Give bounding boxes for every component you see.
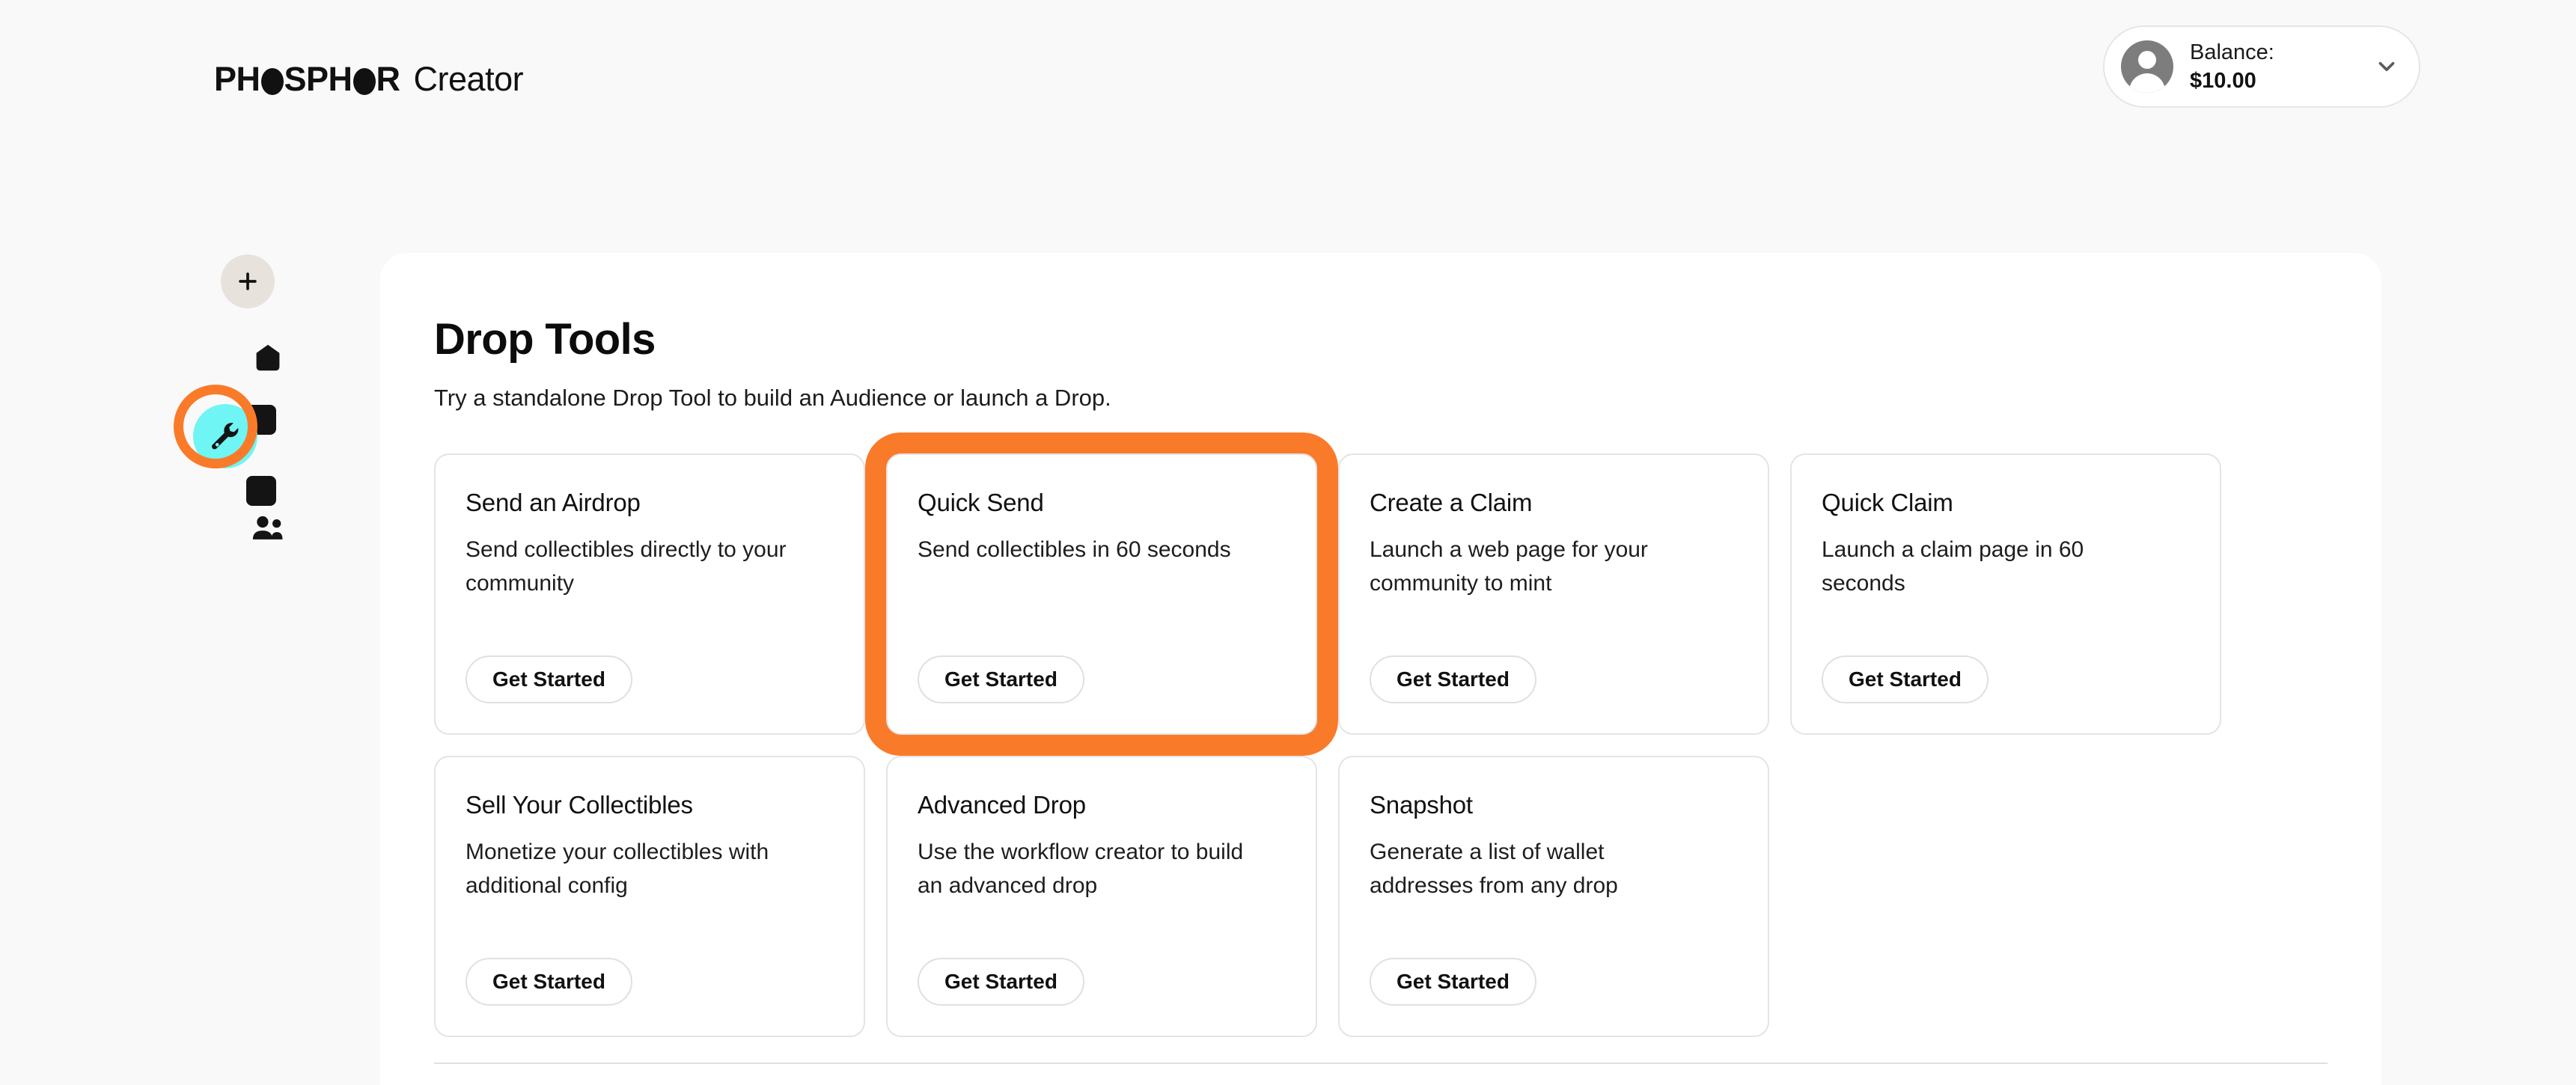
chevron-down-icon[interactable] <box>2374 54 2399 79</box>
get-started-button[interactable]: Get Started <box>466 655 632 704</box>
rounded-rect-icon <box>243 474 279 511</box>
user-avatar-icon <box>2121 40 2173 93</box>
card-title: Snapshot <box>1370 791 1473 819</box>
panel-divider <box>434 1063 2328 1064</box>
card-title: Create a Claim <box>1370 489 1533 517</box>
tool-card-sell-your-collectibles[interactable]: Sell Your Collectibles Monetize your col… <box>434 756 865 1038</box>
card-description: Monetize your collectibles with addition… <box>466 839 769 898</box>
get-started-button[interactable]: Get Started <box>1370 655 1536 704</box>
tool-card-quick-claim[interactable]: Quick Claim Launch a claim page in 60 se… <box>1790 453 2221 736</box>
logo-wordmark: PH SPH R <box>214 62 400 96</box>
main-content-panel: Drop Tools Try a standalone Drop Tool to… <box>380 253 2381 1085</box>
card-title: Sell Your Collectibles <box>466 791 693 819</box>
panel-inner: Drop Tools Try a standalone Drop Tool to… <box>380 253 2381 1038</box>
get-started-button[interactable]: Get Started <box>1370 958 1536 1006</box>
tool-card-advanced-drop[interactable]: Advanced Drop Use the workflow creator t… <box>886 756 1317 1038</box>
card-description: Launch a claim page in 60 seconds <box>1822 537 2084 596</box>
card-description: Launch a web page for your community to … <box>1370 537 1648 596</box>
tool-card-quick-send[interactable]: Quick Send Send collectibles in 60 secon… <box>886 453 1317 736</box>
plus-icon <box>235 269 260 294</box>
get-started-button[interactable]: Get Started <box>918 958 1084 1006</box>
people-icon <box>251 514 285 546</box>
left-sidebar <box>0 174 380 1085</box>
logo-circle-o-second <box>352 67 376 95</box>
app-root: PH SPH R Creator Balance: $10.00 Drop To… <box>0 0 2576 1085</box>
sidebar-active-highlight-ring <box>174 385 257 468</box>
pentagon-home-icon <box>251 341 284 378</box>
drop-tools-card-grid: Send an Airdrop Send collectibles direct… <box>434 453 2245 1038</box>
balance-label: Balance: <box>2190 40 2274 64</box>
balance-value: $10.00 <box>2190 69 2256 93</box>
tool-card-snapshot[interactable]: Snapshot Generate a list of wallet addre… <box>1338 756 1769 1038</box>
balance-text-group: Balance: $10.00 <box>2190 39 2357 95</box>
card-title: Send an Airdrop <box>466 489 641 517</box>
card-description: Send collectibles directly to your commu… <box>466 537 787 596</box>
card-description: Generate a list of wallet addresses from… <box>1370 839 1618 898</box>
logo-circle-o-first <box>260 67 284 95</box>
logo-text-r: R <box>376 60 401 98</box>
tool-card-create-a-claim[interactable]: Create a Claim Launch a web page for you… <box>1338 453 1769 736</box>
logo-text-sph: SPH <box>284 60 353 98</box>
sidebar-item-home[interactable] <box>247 338 289 380</box>
card-title: Quick Send <box>918 489 1044 517</box>
logo-text-ph: PH <box>214 60 260 98</box>
card-title: Advanced Drop <box>918 791 1086 819</box>
sidebar-item-add[interactable] <box>221 254 275 308</box>
page-title: Drop Tools <box>434 315 656 364</box>
app-header: PH SPH R Creator Balance: $10.00 <box>0 0 2576 174</box>
page-subtitle: Try a standalone Drop Tool to build an A… <box>434 384 1111 411</box>
get-started-button[interactable]: Get Started <box>466 958 632 1006</box>
tool-card-send-an-airdrop[interactable]: Send an Airdrop Send collectibles direct… <box>434 453 865 736</box>
card-description: Use the workflow creator to build an adv… <box>918 839 1244 898</box>
card-description: Send collectibles in 60 seconds <box>918 537 1231 562</box>
get-started-button[interactable]: Get Started <box>918 655 1084 704</box>
balance-menu-button[interactable]: Balance: $10.00 <box>2103 25 2420 108</box>
sidebar-item-audiences[interactable] <box>247 509 289 551</box>
brand-logo[interactable]: PH SPH R Creator <box>214 60 524 98</box>
get-started-button[interactable]: Get Started <box>1822 655 1989 704</box>
card-title: Quick Claim <box>1822 489 1953 517</box>
logo-subtitle: Creator <box>413 60 524 98</box>
